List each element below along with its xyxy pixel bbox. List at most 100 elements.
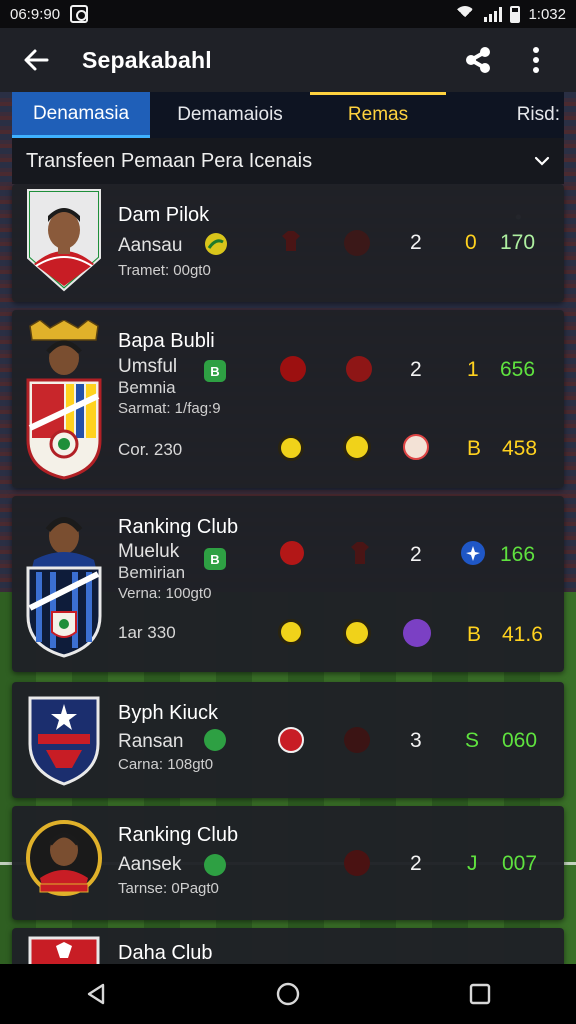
shirt-icon (282, 231, 300, 251)
status-time-left: 06:9:90 (10, 5, 61, 23)
player-card[interactable]: Bapa Bubli Umsful B Bemnia Sarmat: 1/fag… (12, 310, 564, 488)
tab-bar: Denamasia Demamaiois Remas Risd: (12, 92, 564, 138)
yellow-crest-icon (343, 619, 371, 647)
player-club: Mueluk (118, 541, 180, 562)
player-name: Ranking Club (118, 824, 239, 846)
player-name: Dam Pilok (118, 204, 210, 226)
yellow-crest-icon (343, 433, 371, 461)
wifi-icon (454, 6, 476, 22)
red-stat-icon (346, 356, 372, 382)
ball-icon (205, 233, 227, 255)
transfer-filter-dropdown[interactable]: Transfeen Pemaan Pera Icenais (12, 138, 564, 184)
stat-rating: B (467, 437, 482, 460)
stat-rating: B (467, 623, 482, 646)
player-card[interactable]: Byph Kiuck Ransan Carna: 108gt0 3 S 060 (12, 682, 564, 798)
share-button[interactable] (458, 40, 498, 80)
nav-back-button[interactable] (76, 974, 116, 1014)
player-name: Byph Kiuck (118, 702, 219, 724)
status-time-right: 1:032 (528, 5, 566, 23)
stat-goals: J (467, 852, 478, 875)
arrow-left-icon (24, 49, 49, 71)
page-title: Sepakabahl (82, 46, 212, 73)
player-club: Umsful (118, 356, 178, 377)
battery-icon (510, 5, 521, 23)
player-name: Daha Club (118, 942, 213, 964)
triangle-back-icon (87, 983, 105, 1005)
red-card-icon (280, 541, 304, 565)
dark-stat-icon (344, 230, 370, 256)
position-badge (204, 729, 226, 751)
dark-stat-icon (344, 727, 370, 753)
player-portrait-badge (27, 189, 101, 292)
stat-apps: 2 (410, 852, 422, 875)
purple-badge-icon (403, 619, 431, 647)
stat-goals: 1 (467, 358, 479, 381)
player-meta: Carna: 108gt0 (118, 756, 214, 773)
player-crest-badge (26, 517, 102, 658)
player-card[interactable]: Ranking Club Mueluk B Bemirian Verna: 10… (12, 496, 564, 672)
club-crest-badge (28, 936, 100, 964)
status-bar: 06:9:90 1:032 (0, 0, 576, 28)
player-card[interactable]: Daha Club (12, 928, 564, 964)
circle-home-icon (276, 982, 300, 1006)
stat-points: 166 (500, 543, 536, 566)
tab-demamaiois[interactable]: Demamaiois (150, 92, 310, 138)
yellow-badge-icon (278, 435, 304, 461)
player-portrait-badge (26, 820, 102, 896)
player-club: Aansau (118, 235, 183, 256)
player-name: Bapa Bubli (118, 330, 215, 352)
blue-star-icon (461, 541, 485, 565)
stat-apps: 2 (410, 358, 422, 381)
player-crest-badge (26, 320, 102, 480)
share-icon (466, 47, 490, 73)
player-name: Ranking Club (118, 516, 239, 538)
app-bar: Sepakabahl (0, 28, 576, 92)
stat-apps: 2 (410, 543, 422, 566)
stat-value: 458 (502, 437, 538, 460)
stat-points: 656 (500, 358, 536, 381)
stat-value: 41.6 (502, 623, 543, 646)
more-vert-icon (533, 47, 539, 73)
player-club: Aansek (118, 854, 182, 875)
player-club: Ransan (118, 731, 184, 752)
position-badge: B (204, 360, 226, 382)
nav-home-button[interactable] (268, 974, 308, 1014)
filter-label: Transfeen Pemaan Pera Icenais (26, 149, 313, 172)
player-sub: Bemnia (118, 378, 176, 397)
stat-points: 060 (502, 729, 538, 752)
tab-risd[interactable]: Risd: (446, 92, 564, 138)
player-sub: Bemirian (118, 563, 186, 582)
notification-icon (70, 5, 89, 23)
club-badge-icon (278, 727, 304, 753)
tab-remas[interactable]: Remas (310, 92, 446, 138)
player-meta: Verna: 100gt0 (118, 585, 212, 602)
position-badge: B (204, 548, 226, 570)
stat-apps: 2 (410, 231, 422, 254)
system-nav-bar (0, 964, 576, 1024)
position-badge (204, 854, 226, 876)
stat-goals: 0 (465, 231, 477, 254)
player-meta: Tramet: 00gt0 (118, 262, 211, 279)
club-crest-badge (28, 696, 100, 786)
more-options-button[interactable] (516, 40, 556, 80)
dark-stat-icon (344, 850, 370, 876)
chevron-down-icon (534, 156, 550, 166)
signal-icon (484, 6, 503, 22)
red-card-icon (280, 356, 306, 382)
yellow-badge-icon (278, 619, 304, 645)
stat-goals: S (465, 729, 480, 752)
nav-recents-button[interactable] (460, 974, 500, 1014)
player-card[interactable]: Dam Pilok Aansau Tramet: 00gt0 2 0 170 (12, 184, 564, 302)
stat-apps: 3 (410, 729, 422, 752)
tab-denamasia[interactable]: Denamasia (12, 92, 150, 138)
player-meta: Tarnse: 0Pagt0 (118, 880, 219, 897)
player-cost: 1ar 330 (118, 623, 176, 642)
player-card[interactable]: Ranking Club Aansek Tarnse: 0Pagt0 2 J 0… (12, 806, 564, 920)
square-recents-icon (469, 983, 491, 1005)
stat-points: 007 (502, 852, 538, 875)
player-meta: Sarmat: 1/fag:9 (118, 400, 221, 417)
stat-points: 170 (500, 231, 536, 254)
back-button[interactable] (20, 44, 52, 76)
player-cost: Cor. 230 (118, 440, 183, 459)
face-icon (403, 434, 429, 460)
